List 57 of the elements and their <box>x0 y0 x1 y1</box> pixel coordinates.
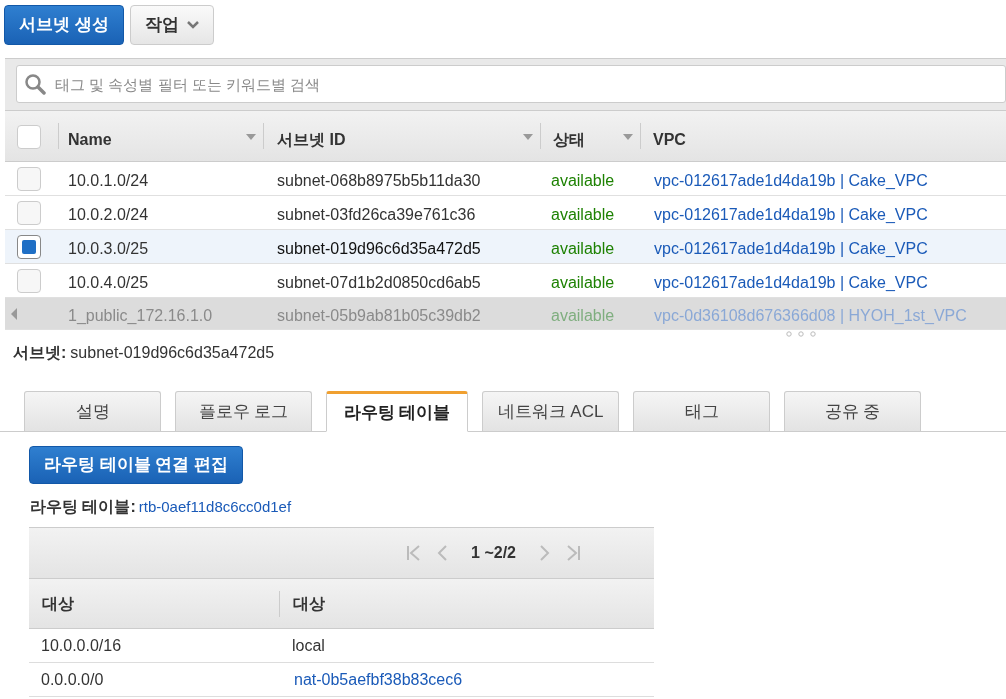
row-checkbox[interactable] <box>17 235 41 259</box>
row-checkbox[interactable] <box>17 269 41 293</box>
status-text: available <box>551 306 615 326</box>
table-cell-text: local <box>292 635 325 656</box>
table-cell-text: 10.0.4.0/25 <box>68 273 149 293</box>
status-text: available <box>551 273 615 293</box>
tab[interactable]: 라우팅 테이블 <box>326 391 468 432</box>
detail-label: 서브넷: <box>13 343 67 363</box>
route-table-link[interactable]: rtb-0aef11d8c6cc0d1ef <box>138 496 292 519</box>
column-header[interactable]: 서브넷 ID <box>277 128 346 152</box>
create-subnet-button[interactable]: 서브넷 생성 <box>4 5 124 45</box>
page-count: 1 ~2/2 <box>470 543 517 563</box>
table-cell-text: subnet-05b9ab81b05c39db2 <box>277 306 481 326</box>
tab[interactable]: 태그 <box>633 391 770 431</box>
tab[interactable]: 플로우 로그 <box>175 391 312 431</box>
caret-icon <box>186 21 199 29</box>
table-cell-text: 10.0.2.0/24 <box>68 205 149 225</box>
column-header: 대상 <box>41 593 75 614</box>
scroll-left-icon <box>10 308 18 320</box>
table-cell-text: 10.0.1.0/24 <box>68 171 149 191</box>
column-header[interactable]: Name <box>68 128 112 152</box>
checked-mark <box>22 240 36 254</box>
resize-handle-icon[interactable] <box>785 331 817 337</box>
status-text: available <box>551 205 615 225</box>
tab[interactable]: 공유 중 <box>784 391 921 431</box>
table-cell-text: subnet-03fd26ca39e761c36 <box>277 205 476 225</box>
tab[interactable]: 설명 <box>24 391 161 431</box>
table-cell-text: 10.0.3.0/25 <box>68 239 149 259</box>
vpc-link[interactable]: vpc-012617ade1d4da19b | Cake_VPC <box>654 169 928 193</box>
column-header: 대상 <box>292 593 325 614</box>
search-icon <box>24 73 46 95</box>
table-cell-text: 10.0.0.0/16 <box>40 635 123 656</box>
column-header[interactable]: VPC <box>653 128 686 152</box>
select-all-checkbox[interactable] <box>17 125 41 149</box>
subnet-id-text: subnet-019d96c6d35a472d5 <box>70 343 275 363</box>
column-header[interactable]: 상태 <box>553 128 585 152</box>
vpc-link[interactable]: vpc-012617ade1d4da19b | Cake_VPC <box>654 271 928 295</box>
target-link[interactable]: nat-0b5aefbf38b83cec6 <box>294 667 463 692</box>
table-row[interactable]: 10.0.3.0/25 subnet-019d96c6d35a472d5 available vpc-012617ade1d4da19b | Cake_VPC <box>5 230 1006 264</box>
status-text: available <box>551 239 615 259</box>
vpc-link[interactable]: vpc-012617ade1d4da19b | Cake_VPC <box>654 237 928 261</box>
first-page-icon[interactable] <box>405 544 422 562</box>
last-page-icon[interactable] <box>566 544 582 562</box>
search-field[interactable]: 태그 및 속성별 필터 또는 키워드별 검색 <box>16 65 1006 103</box>
table-cell-text: 0.0.0.0/0 <box>40 669 105 690</box>
row-checkbox[interactable] <box>17 167 41 191</box>
status-text: available <box>551 171 615 191</box>
table-cell-text: 1_public_172.16.1.0 <box>68 306 213 326</box>
route-table-label: 라우팅 테이블: <box>30 497 136 517</box>
table-cell-text: subnet-068b8975b5b11da30 <box>277 171 481 191</box>
actions-button[interactable]: 작업 <box>129 5 214 45</box>
row-checkbox[interactable] <box>17 201 41 225</box>
table-cell-text: subnet-07d1b2d0850cd6ab5 <box>277 273 481 293</box>
table-cell-text: subnet-019d96c6d35a472d5 <box>277 239 481 259</box>
vpc-link[interactable]: vpc-012617ade1d4da19b | Cake_VPC <box>654 203 928 227</box>
edit-route-table-button[interactable]: 라우팅 테이블 연결 편집 <box>29 446 244 484</box>
tab[interactable]: 네트워크 ACL <box>482 391 619 431</box>
